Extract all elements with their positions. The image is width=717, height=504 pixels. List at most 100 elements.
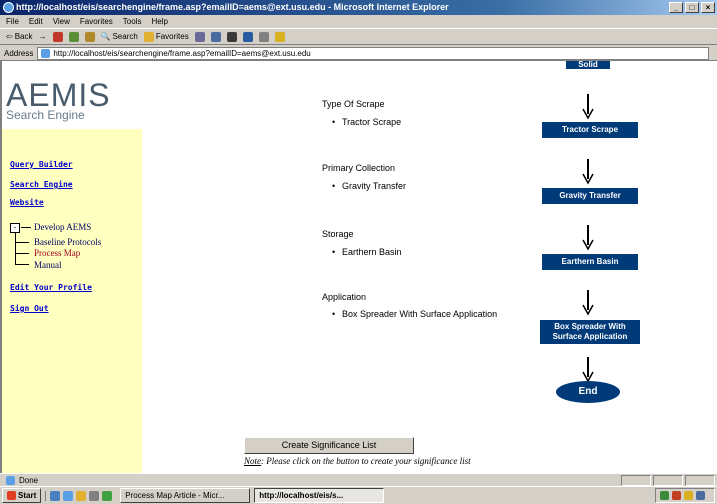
- back-arrow-icon: ⇦: [6, 31, 13, 41]
- page-content: AEMIS Search Engine Query Builder Search…: [0, 61, 717, 473]
- address-url: http://localhost/eis/searchengine/frame.…: [53, 48, 311, 58]
- tree-item-baseline-protocols[interactable]: Baseline Protocols: [34, 237, 101, 247]
- flow-arrow: [582, 94, 594, 120]
- edit-icon[interactable]: [242, 31, 253, 42]
- window-controls: _ □ ×: [669, 2, 715, 13]
- ie-icon: [3, 2, 14, 13]
- app-icon[interactable]: [102, 490, 113, 501]
- ie-quicklaunch-icon[interactable]: [63, 490, 74, 501]
- tray-icon[interactable]: [660, 491, 669, 500]
- tray-icon[interactable]: [696, 491, 705, 500]
- back-button[interactable]: ⇦ Back: [6, 29, 33, 45]
- note-text: Note: Please click on the button to crea…: [244, 456, 471, 466]
- logo-area: AEMIS Search Engine: [2, 61, 142, 129]
- taskbar: Start Process Map Article - Micr... http…: [0, 486, 717, 504]
- window-titlebar: http://localhost/eis/searchengine/frame.…: [0, 0, 717, 15]
- search-label: Search: [112, 31, 138, 41]
- flow-box-earthern-basin: Earthern Basin: [542, 254, 638, 270]
- flow-box-gravity-transfer: Gravity Transfer: [542, 188, 638, 204]
- window-title: http://localhost/eis/searchengine/frame.…: [16, 2, 449, 12]
- tree-collapse-toggle[interactable]: -: [10, 223, 20, 233]
- tree-item-process-map[interactable]: Process Map: [34, 248, 80, 258]
- favorites-button[interactable]: Favorites: [143, 29, 189, 45]
- section-item-application: Box Spreader With Surface Application: [332, 309, 502, 319]
- messenger-icon[interactable]: [274, 31, 285, 42]
- discuss-icon[interactable]: [258, 31, 269, 42]
- section-title-collection: Primary Collection: [322, 163, 396, 173]
- tray-icon[interactable]: [672, 491, 681, 500]
- nav-query-builder[interactable]: Query Builder: [10, 160, 73, 169]
- favorites-icon: [143, 31, 154, 42]
- flow-box-tractor-scrape: Tractor Scrape: [542, 122, 638, 138]
- print-icon[interactable]: [226, 31, 237, 42]
- status-bar: Done: [0, 473, 717, 486]
- start-label: Start: [18, 491, 37, 500]
- tree-connector: [15, 233, 29, 243]
- forward-button[interactable]: →: [39, 29, 47, 45]
- main-area: Type Of Scrape Tractor Scrape Primary Co…: [142, 61, 717, 473]
- address-label: Address: [4, 48, 34, 58]
- start-button[interactable]: Start: [2, 488, 42, 503]
- page-done-icon: [6, 475, 15, 485]
- taskbar-item-ie[interactable]: http://localhost/eis/s...: [254, 488, 385, 503]
- quick-launch: [45, 490, 116, 501]
- address-input[interactable]: http://localhost/eis/searchengine/frame.…: [37, 46, 709, 60]
- back-label: Back: [14, 31, 33, 41]
- section-title-application: Application: [322, 292, 367, 302]
- system-tray: [655, 488, 715, 503]
- menu-tools[interactable]: Tools: [123, 15, 142, 28]
- status-cell: [685, 474, 715, 486]
- flow-end-oval: End: [556, 381, 620, 403]
- favorites-label: Favorites: [155, 31, 189, 41]
- tree-item-manual[interactable]: Manual: [34, 260, 62, 270]
- menu-favorites[interactable]: Favorites: [80, 15, 113, 28]
- nav-sign-out[interactable]: Sign Out: [10, 304, 49, 313]
- create-significance-list-button[interactable]: Create Significance List: [244, 437, 414, 454]
- calculator-icon[interactable]: [89, 490, 100, 501]
- page-icon: [41, 48, 51, 58]
- address-bar: Address http://localhost/eis/searchengin…: [0, 46, 717, 61]
- flow-arrow: [582, 290, 594, 316]
- section-title-scrape: Type Of Scrape: [322, 99, 385, 109]
- minimize-button[interactable]: _: [669, 2, 683, 13]
- menu-view[interactable]: View: [53, 15, 70, 28]
- desktop-icon[interactable]: [50, 490, 61, 501]
- status-cell: [653, 474, 683, 486]
- note-label: Note: [244, 456, 261, 466]
- flow-arrow: [582, 225, 594, 251]
- section-item-storage: Earthern Basin: [332, 247, 401, 257]
- flow-arrow: [582, 159, 594, 185]
- nav-edit-profile[interactable]: Edit Your Profile: [10, 283, 92, 292]
- mail-icon[interactable]: [210, 31, 221, 42]
- stop-icon[interactable]: [52, 31, 63, 42]
- sidebar: AEMIS Search Engine Query Builder Search…: [2, 61, 142, 473]
- refresh-icon[interactable]: [68, 31, 79, 42]
- maximize-button[interactable]: □: [685, 2, 699, 13]
- search-icon: 🔍: [100, 31, 111, 41]
- close-button[interactable]: ×: [701, 2, 715, 13]
- status-cell: [621, 474, 651, 486]
- tree-connector: [15, 243, 29, 254]
- menu-edit[interactable]: Edit: [29, 15, 43, 28]
- tray-icon[interactable]: [684, 491, 693, 500]
- section-item-collection: Gravity Transfer: [332, 181, 406, 191]
- outlook-icon[interactable]: [76, 490, 87, 501]
- history-icon[interactable]: [194, 31, 205, 42]
- status-cells: [621, 474, 717, 486]
- section-item-scrape: Tractor Scrape: [332, 117, 401, 127]
- section-title-storage: Storage: [322, 229, 354, 239]
- menu-bar: File Edit View Favorites Tools Help: [0, 15, 717, 29]
- menu-file[interactable]: File: [6, 15, 19, 28]
- note-body: : Please click on the button to create y…: [261, 456, 471, 466]
- logo-subtitle: Search Engine: [6, 108, 85, 122]
- tree-connector: [21, 227, 31, 228]
- tree-root-develop-aems[interactable]: Develop AEMS: [34, 222, 91, 232]
- windows-logo-icon: [7, 491, 16, 500]
- nav-website[interactable]: Website: [10, 198, 44, 207]
- menu-help[interactable]: Help: [151, 15, 167, 28]
- search-button[interactable]: 🔍 Search: [101, 29, 138, 45]
- taskbar-item-word[interactable]: Process Map Article - Micr...: [120, 488, 251, 503]
- nav-search-engine[interactable]: Search Engine: [10, 180, 73, 189]
- tree-connector: [15, 254, 29, 265]
- home-icon[interactable]: [84, 31, 95, 42]
